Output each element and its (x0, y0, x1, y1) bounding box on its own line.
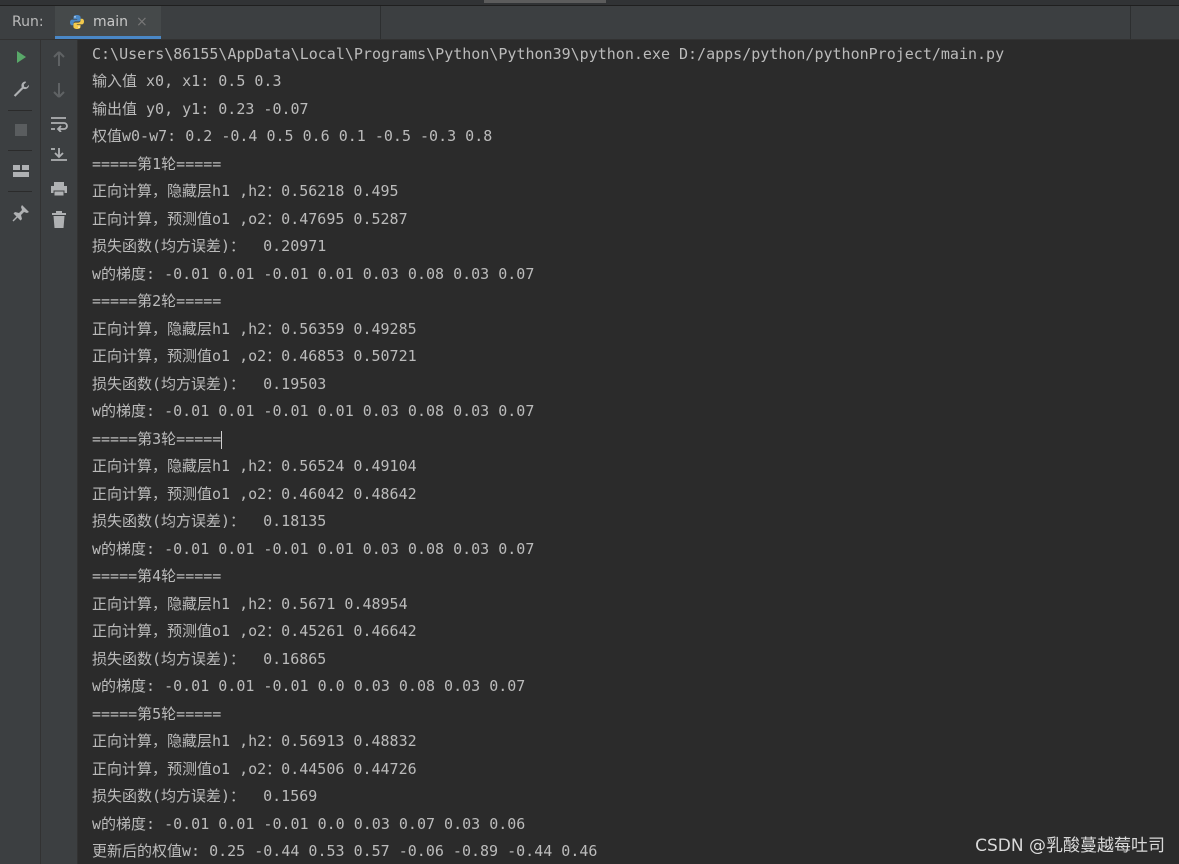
console-line: =====第5轮===== (92, 705, 222, 723)
arrow-down-icon[interactable] (49, 80, 69, 100)
console-line: w的梯度: -0.01 0.01 -0.01 0.0 0.03 0.07 0.0… (92, 815, 526, 833)
console-line: w的梯度: -0.01 0.01 -0.01 0.01 0.03 0.08 0.… (92, 540, 535, 558)
console-line: 损失函数(均方误差)： 0.20971 (92, 237, 327, 255)
active-tab-indicator (55, 36, 161, 39)
text-cursor (221, 430, 223, 449)
close-icon[interactable]: × (136, 14, 148, 30)
console-line-command: C:\Users\86155\AppData\Local\Programs\Py… (92, 45, 1005, 63)
console-line: 正向计算，隐藏层h1 ,h2：0.56359 0.49285 (92, 320, 417, 338)
console-line: 正向计算，预测值o1 ,o2：0.46042 0.48642 (92, 485, 417, 503)
console-line: w的梯度: -0.01 0.01 -0.01 0.01 0.03 0.08 0.… (92, 402, 535, 420)
tab-divider (380, 6, 381, 39)
layout-icon[interactable] (11, 161, 31, 181)
soft-wrap-icon[interactable] (49, 114, 69, 134)
wrench-icon[interactable] (11, 79, 31, 99)
pin-icon[interactable] (11, 203, 31, 223)
run-icon[interactable] (11, 47, 31, 67)
console-line: 正向计算，预测值o1 ,o2：0.45261 0.46642 (92, 622, 417, 640)
run-tool-window: Run: main × C:\Users\86155\AppData\Local… (0, 0, 1179, 864)
console-line: 正向计算，隐藏层h1 ,h2：0.56524 0.49104 (92, 457, 417, 475)
console-line: w的梯度: -0.01 0.01 -0.01 0.01 0.03 0.08 0.… (92, 265, 535, 283)
scroll-to-end-icon[interactable] (49, 145, 69, 165)
top-scroll-indicator (484, 0, 606, 3)
console-line: 更新后的权值w: 0.25 -0.44 0.53 0.57 -0.06 -0.8… (92, 842, 598, 860)
tab-divider (1130, 6, 1131, 39)
console-line: 损失函数(均方误差)： 0.18135 (92, 512, 327, 530)
console-line: 损失函数(均方误差)： 0.16865 (92, 650, 327, 668)
console-output[interactable]: C:\Users\86155\AppData\Local\Programs\Py… (78, 40, 1179, 864)
console-line: 输出值 y0, y1: 0.23 -0.07 (92, 100, 309, 118)
console-line: 权值w0-w7: 0.2 -0.4 0.5 0.6 0.1 -0.5 -0.3 … (92, 127, 493, 145)
console-line-text: =====第3轮===== (92, 430, 222, 448)
run-toolbar-secondary (41, 40, 78, 864)
run-tab-bar: Run: main × (0, 6, 1179, 40)
console-line: 正向计算，预测值o1 ,o2：0.47695 0.5287 (92, 210, 408, 228)
console-line: 损失函数(均方误差)： 0.19503 (92, 375, 327, 393)
console-line: 正向计算，预测值o1 ,o2：0.46853 0.50721 (92, 347, 417, 365)
console-line: =====第2轮===== (92, 292, 222, 310)
arrow-up-icon[interactable] (49, 49, 69, 69)
console-line: 正向计算，隐藏层h1 ,h2：0.56913 0.48832 (92, 732, 417, 750)
tab-main-label: main (93, 14, 128, 30)
console-line: =====第1轮===== (92, 155, 222, 173)
console-line: =====第4轮===== (92, 567, 222, 585)
console-line: 正向计算，预测值o1 ,o2：0.44506 0.44726 (92, 760, 417, 778)
console-line: 正向计算，隐藏层h1 ,h2：0.5671 0.48954 (92, 595, 408, 613)
csdn-watermark: CSDN @乳酸蔓越莓吐司 (975, 836, 1165, 856)
console-line-with-cursor: =====第3轮===== (92, 428, 223, 450)
run-label: Run: (12, 14, 44, 30)
trash-icon[interactable] (49, 210, 69, 230)
stop-icon[interactable] (11, 120, 31, 140)
console-line: w的梯度: -0.01 0.01 -0.01 0.0 0.03 0.08 0.0… (92, 677, 526, 695)
console-line: 正向计算，隐藏层h1 ,h2：0.56218 0.495 (92, 182, 399, 200)
run-toolbar-primary (0, 40, 41, 864)
console-line: 输入值 x0, x1: 0.5 0.3 (92, 72, 282, 90)
tab-main[interactable]: main × (55, 6, 161, 39)
console-line: 损失函数(均方误差)： 0.1569 (92, 787, 318, 805)
python-icon (70, 15, 84, 29)
print-icon[interactable] (49, 179, 69, 199)
